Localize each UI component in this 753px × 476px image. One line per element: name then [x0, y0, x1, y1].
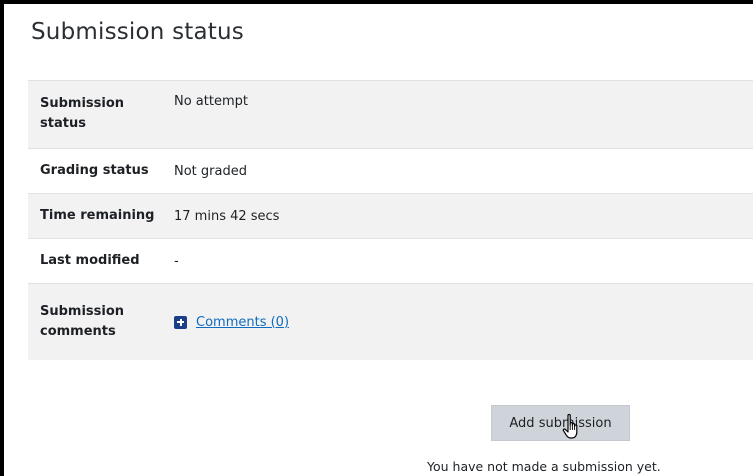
row-value-last-modified: - [174, 253, 179, 269]
row-value-grading-status: Not graded [174, 163, 247, 179]
row-label-time-remaining: Time remaining [40, 208, 155, 223]
row-value-submission-comments: Comments (0) [158, 315, 289, 330]
row-label-submission-comments: Submission comments [40, 304, 125, 339]
table-row: Grading status Not graded [28, 148, 753, 193]
plus-square-icon[interactable] [174, 315, 187, 329]
table-row: Submission status No attempt [28, 80, 753, 148]
table-row: Time remaining 17 mins 42 secs [28, 193, 753, 238]
table-row: Submission comments Comments (0) [28, 283, 753, 360]
comments-toggle[interactable]: Comments (0) [174, 315, 289, 330]
row-label-last-modified: Last modified [40, 253, 140, 268]
row-label-submission-status: Submission status [40, 96, 125, 131]
submission-status-table: Submission status No attempt Grading sta… [28, 80, 753, 360]
table-row: Last modified - [28, 238, 753, 283]
comments-link[interactable]: Comments (0) [196, 315, 289, 330]
submission-status-panel: Submission status Submission status No a… [0, 0, 753, 476]
row-value-time-remaining: 17 mins 42 secs [174, 208, 280, 224]
no-submission-notice: You have not made a submission yet. [427, 459, 661, 474]
row-label-grading-status: Grading status [40, 163, 149, 178]
add-submission-button[interactable]: Add submission [491, 405, 630, 441]
row-value-submission-status: No attempt [174, 94, 248, 109]
page-title: Submission status [31, 19, 244, 45]
